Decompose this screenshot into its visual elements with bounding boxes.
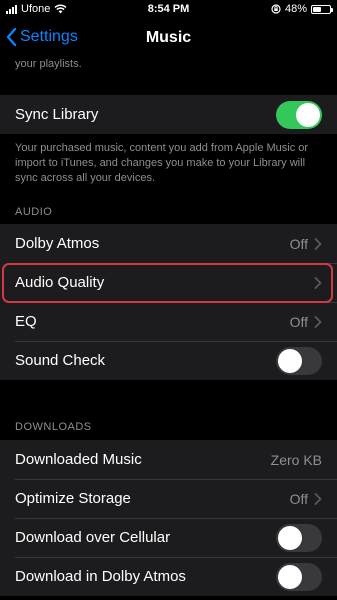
status-bar: Ufone 8:54 PM 48% xyxy=(0,0,337,20)
sound-check-label: Sound Check xyxy=(15,352,106,369)
downloads-section-header: DOWNLOADS xyxy=(15,421,92,433)
download-dolby-row: Download in Dolby Atmos xyxy=(0,557,337,596)
download-cellular-row: Download over Cellular xyxy=(0,518,337,557)
audio-quality-row[interactable]: Audio Quality xyxy=(0,263,337,302)
sync-library-row: Sync Library xyxy=(0,95,337,134)
chevron-right-icon xyxy=(314,237,322,250)
downloaded-music-label: Downloaded Music xyxy=(15,451,142,468)
sync-library-footnote: Your purchased music, content you add fr… xyxy=(15,142,309,184)
optimize-storage-label: Optimize Storage xyxy=(15,490,131,507)
chevron-right-icon xyxy=(314,276,322,289)
chevron-right-icon xyxy=(314,315,322,328)
eq-label: EQ xyxy=(15,313,37,330)
status-right: 48% xyxy=(271,3,333,15)
sync-library-toggle[interactable] xyxy=(276,100,322,129)
orientation-lock-icon xyxy=(271,4,281,14)
toggle-knob xyxy=(278,348,302,373)
downloads-group: Downloaded Music Zero KB Optimize Storag… xyxy=(0,440,337,596)
battery-icon xyxy=(311,4,333,14)
downloaded-music-row[interactable]: Downloaded Music Zero KB xyxy=(0,440,337,479)
music-settings-screen: Ufone 8:54 PM 48% Settings Music your pl… xyxy=(0,0,337,600)
sound-check-row: Sound Check xyxy=(0,341,337,380)
download-dolby-toggle[interactable] xyxy=(276,562,322,591)
toggle-knob xyxy=(278,525,302,550)
download-dolby-label: Download in Dolby Atmos xyxy=(15,568,186,585)
audio-quality-label: Audio Quality xyxy=(15,274,105,291)
optimize-storage-row[interactable]: Optimize Storage Off xyxy=(0,479,337,518)
eq-row[interactable]: EQ Off xyxy=(0,302,337,341)
audio-group: Dolby Atmos Off Audio Quality EQ Off Sou… xyxy=(0,224,337,380)
sync-library-label: Sync Library xyxy=(15,106,99,123)
dolby-atmos-label: Dolby Atmos xyxy=(15,235,100,252)
sound-check-toggle[interactable] xyxy=(276,346,322,375)
eq-value: Off xyxy=(289,313,308,330)
dolby-atmos-value: Off xyxy=(289,235,308,252)
downloaded-music-value: Zero KB xyxy=(270,451,322,468)
optimize-storage-value: Off xyxy=(289,490,308,507)
navigation-bar: Settings Music xyxy=(0,20,337,58)
download-cellular-toggle[interactable] xyxy=(276,523,322,552)
sync-group: Sync Library xyxy=(0,95,337,134)
page-title: Music xyxy=(145,29,192,46)
download-cellular-label: Download over Cellular xyxy=(15,529,171,546)
chevron-right-icon xyxy=(314,492,322,505)
audio-section-header: AUDIO xyxy=(15,206,53,218)
dolby-atmos-row[interactable]: Dolby Atmos Off xyxy=(0,224,337,263)
battery-percent: 48% xyxy=(284,3,307,15)
toggle-knob xyxy=(296,102,320,127)
toggle-knob xyxy=(278,564,302,589)
playlists-footnote: your playlists. xyxy=(15,58,82,70)
